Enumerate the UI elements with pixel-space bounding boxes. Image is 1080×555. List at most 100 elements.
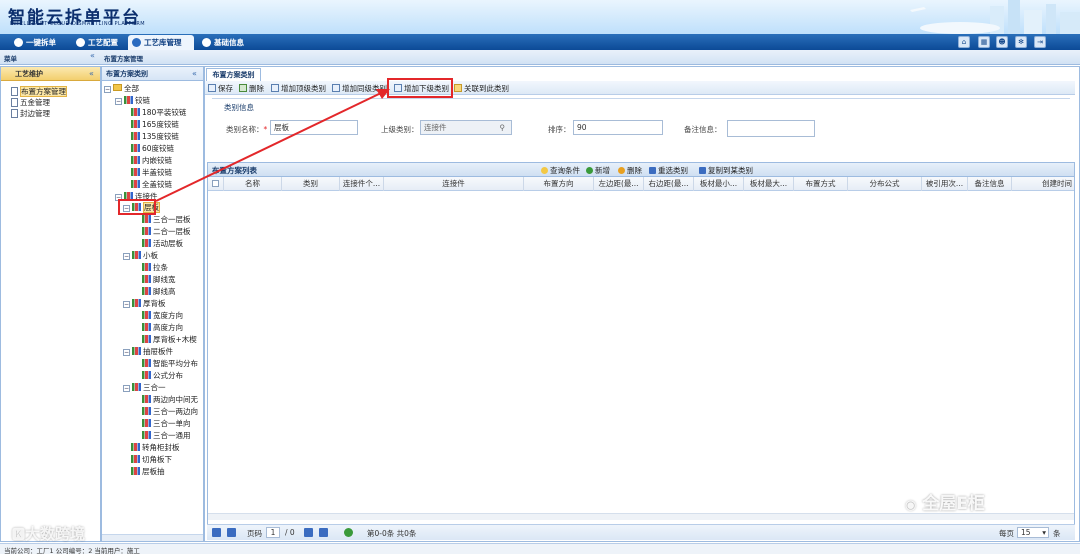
tree-node-leaf[interactable]: 高度方向 <box>142 323 183 333</box>
col-header-left-margin[interactable]: 左边距(最... <box>594 177 644 191</box>
col-header-direction[interactable]: 布置方向 <box>524 177 594 191</box>
tree-node-leaf[interactable]: 厚背板+木楔 <box>142 335 197 345</box>
menu-strip-label: 菜单 <box>4 55 17 63</box>
collapse-icon[interactable]: « <box>89 69 94 78</box>
add-top-category-button[interactable]: 增加顶级类别 <box>271 83 326 94</box>
tree-node-label: 135度铰链 <box>142 132 179 141</box>
calendar-icon[interactable]: ▦ <box>978 36 990 48</box>
refresh-icon[interactable] <box>344 528 353 537</box>
tree-node-leaf[interactable]: 脚线高 <box>142 287 176 297</box>
col-header-board-max[interactable]: 板材最大... <box>744 177 794 191</box>
col-header-category[interactable]: 类别 <box>282 177 340 191</box>
tree-node-leaf[interactable]: 165度铰链 <box>131 120 179 130</box>
col-header-formula[interactable]: 分布公式 <box>848 177 922 191</box>
grid-scrollbar[interactable] <box>208 513 1074 520</box>
tree-node-label: 三合一 <box>143 383 166 392</box>
tree-node-all[interactable]: − 全部 <box>104 84 139 94</box>
next-page-icon[interactable] <box>304 528 313 537</box>
col-header-connector[interactable]: 连接件 <box>384 177 524 191</box>
tree-node-leaf[interactable]: 180平装铰链 <box>131 108 186 118</box>
add-button[interactable]: 新增 <box>586 165 610 176</box>
tree-node-group[interactable]: − 抽屉板件 <box>123 347 173 357</box>
tree-node-label: 层板抽 <box>142 467 165 476</box>
menu-item-layout[interactable]: 布置方案管理 <box>11 86 67 97</box>
tree-node-group[interactable]: − 小板 <box>123 251 158 261</box>
tree-node-label: 厚背板+木楔 <box>153 335 197 344</box>
save-button[interactable]: 保存 <box>208 83 233 94</box>
tree-node-leaf[interactable]: 三合一两边向 <box>142 407 198 417</box>
home-icon[interactable]: ⌂ <box>958 36 970 48</box>
nav-tab-quick-split[interactable]: 一键拆单 <box>10 35 66 50</box>
exit-icon[interactable]: ⇥ <box>1034 36 1046 48</box>
sub-header-strip: 菜单 « 布置方案管理 <box>0 50 1080 65</box>
tree-node-label: 厚背板 <box>143 299 166 308</box>
tree-node-leaf[interactable]: 全盖铰链 <box>131 180 172 190</box>
tree-node-leaf[interactable]: 三合一层板 <box>142 215 191 225</box>
tree-node-leaf[interactable]: 智能平均分布 <box>142 359 198 369</box>
tree-node-leaf[interactable]: 二合一层板 <box>142 227 191 237</box>
tree-node-leaf[interactable]: 拉条 <box>142 263 168 273</box>
nav-tab-process-library[interactable]: 工艺库管理 <box>128 35 194 50</box>
tab-layout-category[interactable]: 布置方案类别 <box>206 68 261 81</box>
tree-node-leaf[interactable]: 切角板下 <box>131 455 172 465</box>
tree-node-leaf[interactable]: 三合一通用 <box>142 431 191 441</box>
tree-node-leaf[interactable]: 脚线宽 <box>142 275 176 285</box>
col-header-remark[interactable]: 备注信息 <box>968 177 1012 191</box>
link-to-category-button[interactable]: 关联到此类别 <box>454 83 509 94</box>
col-header-board-min[interactable]: 板材最小... <box>694 177 744 191</box>
tree-node-leaf[interactable]: 公式分布 <box>142 371 183 381</box>
order-input[interactable]: 90 <box>573 120 663 135</box>
page-input[interactable]: 1 <box>266 527 280 538</box>
tree-node-leaf[interactable]: 转角柜封板 <box>131 443 180 453</box>
col-header-ref-count[interactable]: 被引用次... <box>922 177 968 191</box>
tree-node-leaf[interactable]: 三合一单向 <box>142 419 191 429</box>
gear-icon[interactable]: ✻ <box>1015 36 1027 48</box>
nav-tab-process-config[interactable]: 工艺配置 <box>72 35 128 50</box>
document-icon <box>11 87 18 96</box>
add-sibling-category-button[interactable]: 增加同级类别 <box>332 83 387 94</box>
per-page-select[interactable]: 15 ▾ <box>1017 527 1049 538</box>
col-header-created-at[interactable]: 创建时间 <box>1012 177 1074 191</box>
copy-to-category-button[interactable]: 复制到某类别 <box>699 165 753 176</box>
col-header-name[interactable]: 名称 <box>224 177 282 191</box>
prev-page-icon[interactable] <box>227 528 236 537</box>
parent-category-input[interactable]: 连接件 ⚲ <box>420 120 512 135</box>
select-all-checkbox[interactable] <box>208 177 224 191</box>
user-icon[interactable]: ☻ <box>996 36 1008 48</box>
category-name-input[interactable]: 层板 <box>270 120 358 135</box>
tree-node-leaf[interactable]: 宽度方向 <box>142 311 183 321</box>
tree-node-group[interactable]: − 铰链 <box>115 96 150 106</box>
tree-node-label: 拉条 <box>153 263 168 272</box>
tree-node-group[interactable]: − 三合一 <box>123 383 166 393</box>
reselect-category-button[interactable]: 重选类别 <box>649 165 688 176</box>
tree-node-leaf[interactable]: 60度铰链 <box>131 144 174 154</box>
delete-button[interactable]: 删除 <box>239 83 264 94</box>
collapse-icon[interactable]: « <box>192 69 197 78</box>
menu-item-hardware[interactable]: 五金管理 <box>11 98 50 108</box>
tree-node-leaf[interactable]: 135度铰链 <box>131 132 179 142</box>
nav-tab-basic-info[interactable]: 基础信息 <box>198 35 256 50</box>
tree-node-label: 三合一层板 <box>153 215 191 224</box>
tree-node-leaf[interactable]: 半盖铰链 <box>131 168 172 178</box>
tree-node-group[interactable]: − 厚背板 <box>123 299 166 309</box>
col-header-connector-count[interactable]: 连接件个... <box>340 177 384 191</box>
menu-item-edge[interactable]: 封边管理 <box>11 109 50 119</box>
col-header-layout-mode[interactable]: 布置方式 <box>794 177 848 191</box>
collapse-icon[interactable]: « <box>90 51 95 60</box>
first-page-icon[interactable] <box>212 528 221 537</box>
query-button[interactable]: 查询条件 <box>541 165 580 176</box>
query-label: 查询条件 <box>550 166 580 175</box>
tree-scrollbar[interactable] <box>102 534 203 541</box>
search-icon[interactable]: ⚲ <box>500 121 506 134</box>
tree-node-leaf[interactable]: 内嵌铰链 <box>131 156 172 166</box>
tree-node-label: 小板 <box>143 251 158 260</box>
last-page-icon[interactable] <box>319 528 328 537</box>
col-header-right-margin[interactable]: 右边距(最... <box>644 177 694 191</box>
tree-node-leaf[interactable]: 两边向中间无 <box>142 395 198 405</box>
grid-delete-button[interactable]: 删除 <box>618 165 642 176</box>
tree-node-leaf[interactable]: 层板抽 <box>131 467 165 477</box>
link-icon <box>454 84 462 92</box>
tree-node-leaf[interactable]: 活动层板 <box>142 239 183 249</box>
delete-label: 删除 <box>249 84 264 93</box>
remark-textarea[interactable] <box>727 120 815 137</box>
